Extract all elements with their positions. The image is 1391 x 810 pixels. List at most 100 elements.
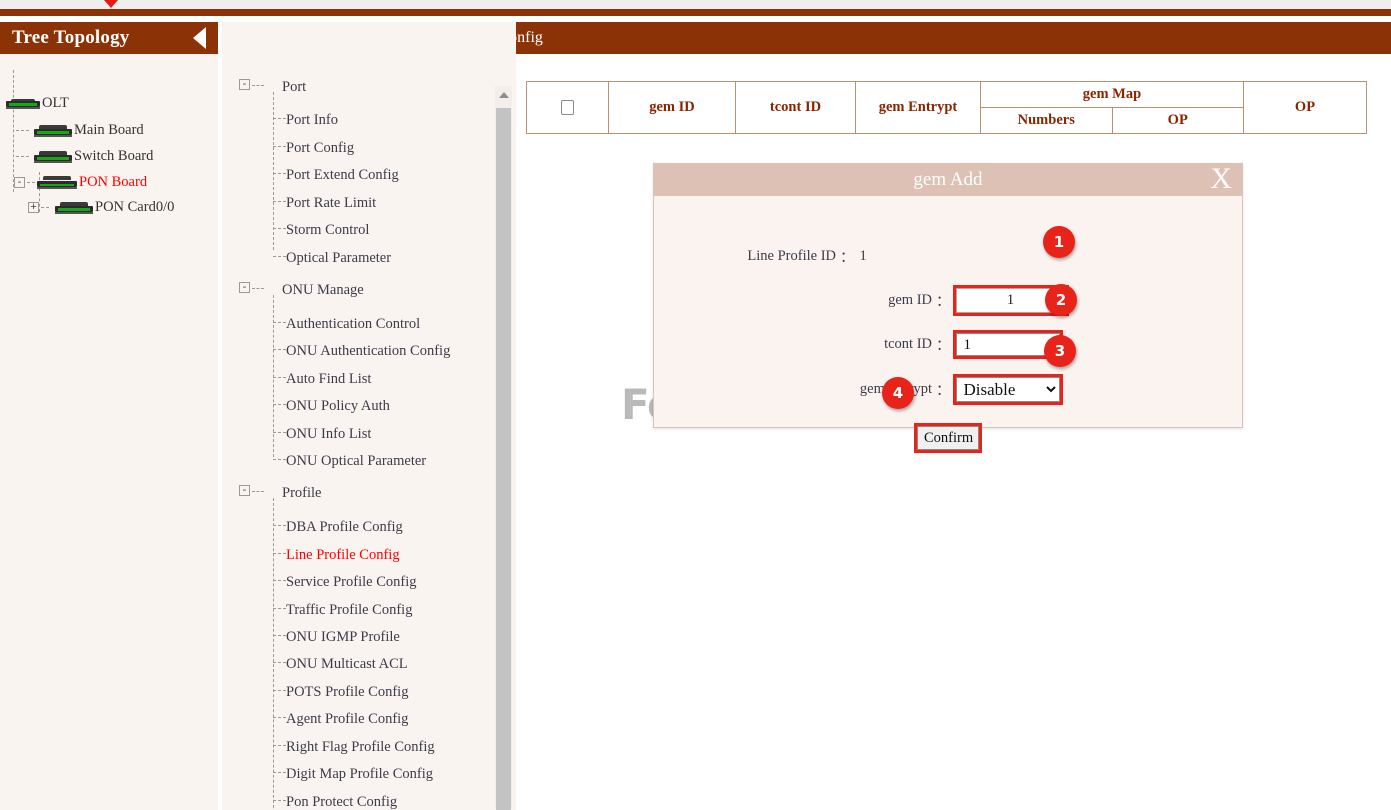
- tree-node-label: Switch Board: [74, 148, 153, 165]
- tree-expander-expand-icon[interactable]: +: [28, 202, 39, 213]
- nav-item-label: ONU Policy Auth: [286, 398, 390, 414]
- nav-item-port-info[interactable]: Port Info: [286, 112, 338, 129]
- nav-group-port[interactable]: Port: [282, 79, 306, 96]
- nav-item-label: POTS Profile Config: [286, 684, 408, 700]
- gem-entrypt-field-wrap: DisableEnable: [956, 377, 1060, 402]
- nav-item-label: DBA Profile Config: [286, 519, 403, 535]
- nav-item-dba-profile-config[interactable]: DBA Profile Config: [286, 519, 403, 536]
- tree-topology-body: OLT Main Board Switch Board -: [0, 54, 218, 810]
- nav-item-optical-parameter[interactable]: Optical Parameter: [286, 250, 391, 267]
- nav-item-auto-find-list[interactable]: Auto Find List: [286, 371, 371, 388]
- nav-item-label: ONU Authentication Config: [286, 343, 450, 359]
- nav-item-label: Digit Map Profile Config: [286, 766, 433, 782]
- tree-node-switch-board[interactable]: Switch Board: [14, 148, 153, 165]
- nav-expander-profile-icon[interactable]: -: [239, 485, 250, 496]
- nav-item-port-extend-config[interactable]: Port Extend Config: [286, 167, 399, 184]
- nav-branch: [273, 118, 286, 119]
- tree-node-label: Main Board: [74, 122, 144, 139]
- nav-branch: [252, 491, 264, 492]
- nav-item-label: Authentication Control: [286, 316, 420, 332]
- nav-branch: [273, 173, 286, 174]
- tree-node-main-board[interactable]: Main Board: [14, 122, 144, 139]
- nav-item-pon-protect-config[interactable]: Pon Protect Config: [286, 794, 397, 810]
- nav-item-line-profile-config[interactable]: Line Profile Config: [286, 547, 400, 564]
- nav-item-port-config[interactable]: Port Config: [286, 140, 354, 157]
- nav-branch: [252, 288, 264, 289]
- nav-scrollbar-thumb[interactable]: [496, 108, 511, 810]
- dialog-body: Line Profile ID ： 1 gem ID ： tcont ID ： …: [654, 196, 1242, 427]
- nav-item-onu-policy-auth[interactable]: ONU Policy Auth: [286, 398, 390, 415]
- close-icon[interactable]: X: [1210, 162, 1232, 196]
- gem-table: gem ID tcont ID gem Entrypt gem Map OP N…: [526, 81, 1367, 134]
- line-profile-id-row: Line Profile ID ： 1: [718, 246, 867, 267]
- nav-group-label: Port: [282, 79, 306, 95]
- label-colon: ：: [840, 246, 855, 267]
- gem-entrypt-select[interactable]: DisableEnable: [956, 377, 1060, 402]
- nav-branch: [273, 690, 286, 691]
- table-header-gem-map-op: OP: [1112, 108, 1244, 134]
- dialog-title: gem Add: [913, 169, 982, 191]
- nav-item-traffic-profile-config[interactable]: Traffic Profile Config: [286, 602, 412, 619]
- tree-node-olt[interactable]: OLT: [6, 95, 69, 112]
- select-all-checkbox[interactable]: [561, 100, 574, 115]
- nav-branch: [273, 377, 286, 378]
- nav-branch: [273, 553, 286, 554]
- nav-group-profile[interactable]: Profile: [282, 485, 321, 502]
- nav-item-label: Storm Control: [286, 222, 369, 238]
- label-colon: ：: [936, 290, 951, 311]
- nav-item-agent-profile-config[interactable]: Agent Profile Config: [286, 711, 408, 728]
- confirm-row: Confirm: [917, 426, 979, 450]
- nav-item-label: Traffic Profile Config: [286, 602, 412, 618]
- table-header-gem-map: gem Map: [981, 82, 1244, 108]
- nav-branch: [273, 322, 286, 323]
- gem-entrypt-row: gem Entrypt ： DisableEnable: [814, 377, 1060, 402]
- nav-item-label: ONU IGMP Profile: [286, 629, 400, 645]
- nav-tree-panel: Port - Port Info Port Config Port Extend…: [222, 22, 516, 810]
- tree-topology-panel: Tree Topology OLT Main Board: [0, 22, 218, 810]
- line-profile-id-label: Line Profile ID: [718, 248, 836, 265]
- confirm-button[interactable]: Confirm: [917, 426, 979, 450]
- nav-item-right-flag-profile-config[interactable]: Right Flag Profile Config: [286, 739, 435, 756]
- nav-item-onu-multicast-acl[interactable]: ONU Multicast ACL: [286, 656, 408, 673]
- nav-expander-onu-manage-icon[interactable]: -: [239, 282, 250, 293]
- nav-scrollbar[interactable]: [495, 86, 512, 809]
- nav-item-label: Line Profile Config: [286, 547, 400, 563]
- nav-expander-port-icon[interactable]: -: [239, 79, 250, 90]
- table-header-tcont-id: tcont ID: [736, 82, 856, 134]
- nav-item-port-rate-limit[interactable]: Port Rate Limit: [286, 195, 376, 212]
- nav-item-service-profile-config[interactable]: Service Profile Config: [286, 574, 416, 591]
- tree-node-pon-board[interactable]: - PON Board: [14, 174, 147, 191]
- nav-item-label: Service Profile Config: [286, 574, 416, 590]
- nav-item-pots-profile-config[interactable]: POTS Profile Config: [286, 684, 408, 701]
- nav-item-onu-optical-parameter[interactable]: ONU Optical Parameter: [286, 453, 426, 470]
- gem-add-dialog: gem Add X Line Profile ID ： 1 gem ID ： t…: [653, 163, 1243, 428]
- annotation-badge-1: 1: [1043, 226, 1075, 258]
- nav-group-onu-manage[interactable]: ONU Manage: [282, 282, 364, 299]
- nav-item-onu-authentication-config[interactable]: ONU Authentication Config: [286, 343, 450, 360]
- tree-node-pon-card[interactable]: + PON Card0/0: [28, 199, 174, 216]
- nav-branch: [273, 432, 286, 433]
- nav-item-label: Optical Parameter: [286, 250, 391, 266]
- nav-branch: [273, 256, 286, 257]
- annotation-badge-3: 3: [1044, 335, 1076, 367]
- nav-item-onu-igmp-profile[interactable]: ONU IGMP Profile: [286, 629, 400, 646]
- nav-connector: [273, 92, 274, 250]
- nav-item-authentication-control[interactable]: Authentication Control: [286, 316, 420, 333]
- tree-expander-collapse-icon[interactable]: -: [14, 177, 25, 188]
- nav-item-onu-info-list[interactable]: ONU Info List: [286, 426, 371, 443]
- line-profile-id-value: 1: [860, 248, 867, 265]
- nav-branch: [273, 228, 286, 229]
- nav-item-storm-control[interactable]: Storm Control: [286, 222, 369, 239]
- left-triangle-icon[interactable]: [193, 27, 206, 49]
- nav-tree-scroll-area: Port - Port Info Port Config Port Extend…: [222, 54, 516, 810]
- scroll-up-arrow-icon[interactable]: [495, 86, 512, 103]
- top-strip: [0, 0, 1391, 9]
- device-icon: [37, 176, 77, 189]
- tree-node-label: PON Card0/0: [95, 199, 174, 216]
- nav-branch: [252, 85, 264, 86]
- nav-connector: [273, 498, 274, 810]
- nav-item-label: ONU Optical Parameter: [286, 453, 426, 469]
- annotation-badge-2: 2: [1045, 284, 1077, 316]
- nav-item-digit-map-profile-config[interactable]: Digit Map Profile Config: [286, 766, 433, 783]
- nav-branch: [273, 459, 286, 460]
